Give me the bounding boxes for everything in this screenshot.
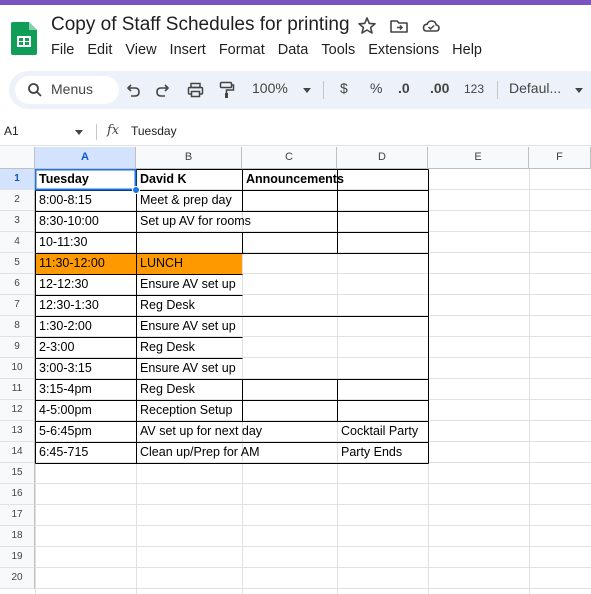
cell-b7[interactable]: Reg Desk [136, 295, 337, 316]
redo-icon[interactable] [155, 82, 171, 98]
search-menus-label: Menus [51, 81, 94, 97]
name-box-dropdown-icon[interactable] [75, 130, 83, 135]
zoom-select[interactable]: 100% [252, 80, 288, 96]
menu-data[interactable]: Data [278, 42, 309, 58]
menu-format[interactable]: Format [219, 42, 265, 58]
column-header-e[interactable]: E [428, 147, 529, 169]
cloud-status-icon[interactable] [421, 16, 441, 36]
cell-b13[interactable]: AV set up for next day [136, 421, 337, 442]
cell-a14[interactable]: 6:45-715 [35, 442, 136, 463]
fx-icon: fx [107, 123, 120, 138]
row-header-18[interactable]: 18 [0, 526, 35, 547]
formula-input[interactable]: Tuesday [131, 124, 177, 138]
toolbar-divider [323, 81, 324, 99]
cell-b8[interactable]: Ensure AV set up [136, 316, 242, 337]
cell-a12[interactable]: 4-5:00pm [35, 400, 136, 421]
increase-decimal-button[interactable]: .00 [430, 80, 449, 96]
column-header-d[interactable]: D [337, 147, 428, 169]
row-header-11[interactable]: 11 [0, 379, 35, 400]
column-header-f[interactable]: F [529, 147, 591, 169]
menu-insert[interactable]: Insert [170, 42, 206, 58]
menu-bar: File Edit View Insert Format Data Tools Extensi… [51, 42, 495, 58]
cell-b2[interactable]: Meet & prep day [136, 190, 337, 211]
cell-b5[interactable]: LUNCH [136, 253, 337, 274]
search-icon [28, 83, 42, 97]
menu-view[interactable]: View [125, 42, 156, 58]
cell-a10[interactable]: 3:00-3:15 [35, 358, 136, 379]
window-accent-bar [0, 0, 591, 5]
row-header-20[interactable]: 20 [0, 568, 35, 589]
row-header-13[interactable]: 13 [0, 421, 35, 442]
percent-format-button[interactable]: % [370, 80, 382, 96]
name-box[interactable]: A1 [4, 124, 19, 138]
row-header-5[interactable]: 5 [0, 253, 35, 274]
menu-help[interactable]: Help [452, 42, 482, 58]
paint-format-icon[interactable] [219, 81, 235, 99]
cell-a3[interactable]: 8:30-10:00 [35, 211, 136, 232]
row-header-10[interactable]: 10 [0, 358, 35, 379]
cell-d14[interactable]: Party Ends [337, 442, 529, 463]
cell-b14[interactable]: Clean up/Prep for AM [136, 442, 337, 463]
decrease-decimal-button[interactable]: .0 [398, 80, 410, 96]
cell-b11[interactable]: Reg Desk [136, 379, 337, 400]
menu-extensions[interactable]: Extensions [368, 42, 439, 58]
cell-a2[interactable]: 8:00-8:15 [35, 190, 136, 211]
select-all-corner[interactable] [0, 147, 35, 169]
zoom-dropdown-icon[interactable] [303, 88, 311, 93]
cell-a11[interactable]: 3:15-4pm [35, 379, 136, 400]
row-header-2[interactable]: 2 [0, 190, 35, 211]
cell-a4[interactable]: 10-11:30 [35, 232, 242, 253]
cell-c1[interactable]: Announcements [242, 169, 428, 190]
undo-icon[interactable] [125, 82, 141, 98]
row-header-14[interactable]: 14 [0, 442, 35, 463]
move-folder-icon[interactable] [389, 16, 409, 36]
toolbar-divider [497, 81, 498, 99]
row-header-6[interactable]: 6 [0, 274, 35, 295]
row-header-12[interactable]: 12 [0, 400, 35, 421]
star-icon[interactable] [357, 16, 377, 36]
print-icon[interactable] [187, 82, 204, 98]
currency-format-button[interactable]: $ [340, 80, 348, 96]
cell-b9[interactable]: Reg Desk [136, 337, 337, 358]
cell-b3[interactable]: Set up AV for rooms [136, 211, 337, 232]
cell-d13[interactable]: Cocktail Party [337, 421, 529, 442]
sheets-logo[interactable] [11, 22, 37, 55]
row-header-3[interactable]: 3 [0, 211, 35, 232]
cell-a8[interactable]: 1:30-2:00 [35, 316, 136, 337]
formula-bar: A1 fx Tuesday [0, 119, 591, 146]
row-header-1[interactable]: 1 [0, 169, 35, 190]
column-header-c[interactable]: C [242, 147, 337, 169]
row-header-15[interactable]: 15 [0, 463, 35, 484]
cell-a5[interactable]: 11:30-12:00 [35, 253, 136, 274]
cell-a6[interactable]: 12-12:30 [35, 274, 136, 295]
cell-b12[interactable]: Reception Setup [136, 400, 337, 421]
row-header-8[interactable]: 8 [0, 316, 35, 337]
cell-b10[interactable]: Ensure AV set up [136, 358, 242, 379]
formula-divider [96, 124, 97, 140]
menu-file[interactable]: File [51, 42, 74, 58]
cell-a13[interactable]: 5-6:45pm [35, 421, 136, 442]
search-menus[interactable]: Menus [15, 76, 119, 104]
menu-tools[interactable]: Tools [321, 42, 355, 58]
row-header-7[interactable]: 7 [0, 295, 35, 316]
row-header-4[interactable]: 4 [0, 232, 35, 253]
cell-a9[interactable]: 2-3:00 [35, 337, 136, 358]
font-dropdown-icon[interactable] [575, 88, 583, 93]
row-header-16[interactable]: 16 [0, 484, 35, 505]
menu-edit[interactable]: Edit [87, 42, 112, 58]
cell-a1[interactable]: Tuesday [35, 169, 136, 190]
cell-b6[interactable]: Ensure AV set up [136, 274, 242, 295]
cell-b1[interactable]: David K [136, 169, 242, 190]
column-header-a[interactable]: A [35, 147, 136, 169]
toolbar: Menus 100% $ % .0 .00 123 Defaul... [9, 71, 591, 109]
document-title[interactable]: Copy of Staff Schedules for printing [51, 14, 350, 36]
row-header-17[interactable]: 17 [0, 505, 35, 526]
font-select[interactable]: Defaul... [509, 80, 561, 96]
cell-a7[interactable]: 12:30-1:30 [35, 295, 136, 316]
number-format-button[interactable]: 123 [464, 82, 484, 96]
column-header-b[interactable]: B [136, 147, 242, 169]
row-header-9[interactable]: 9 [0, 337, 35, 358]
row-header-19[interactable]: 19 [0, 547, 35, 568]
